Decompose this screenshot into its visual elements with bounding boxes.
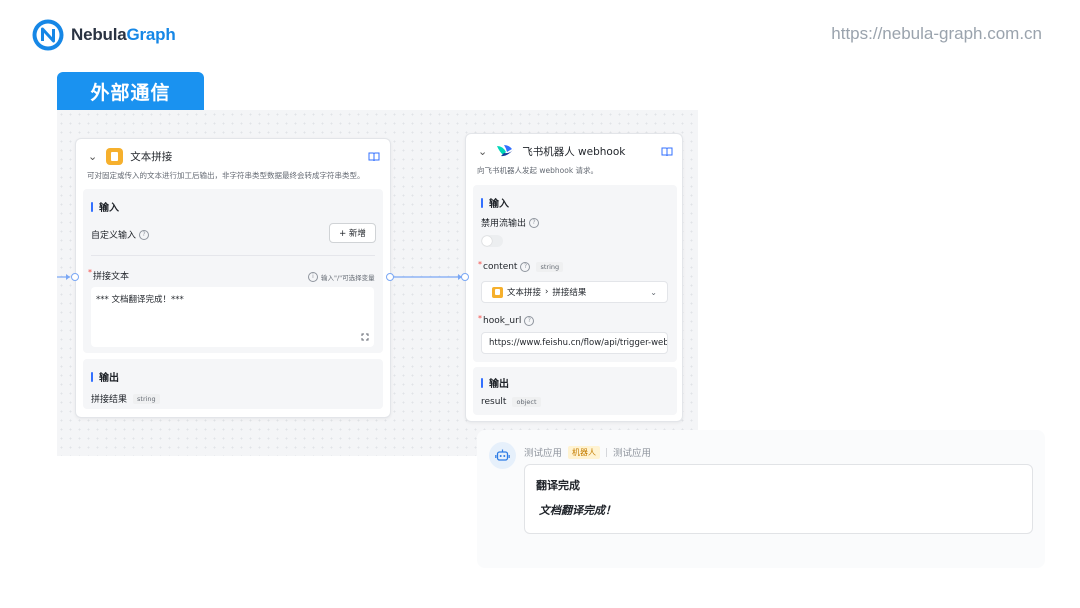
- text-concat-node[interactable]: ⌄ 文本拼接 可对固定或传入的文本进行加工后输出，非字符串类型数据最终会转成字符…: [75, 138, 391, 418]
- custom-input-label: 自定义输入?: [91, 228, 150, 241]
- feishu-bird-icon: [497, 145, 515, 157]
- input-panel: 输入 自定义输入? + 新增 * 拼接文本 i 输入"/"可选择变量 *** 文档翻…: [83, 189, 383, 353]
- source-field-name: 拼接结果: [552, 288, 587, 298]
- node-description: 可对固定或传入的文本进行加工后输出，非字符串类型数据最终会转成字符串类型。: [87, 171, 365, 180]
- help-icon: ?: [524, 316, 535, 326]
- logo-text: NebulaGraph: [71, 25, 176, 44]
- disable-stream-toggle[interactable]: [481, 235, 503, 247]
- chat-sender-meta: 测试应用 机器人 测试应用: [524, 445, 651, 459]
- text-node-output-port[interactable]: [386, 273, 394, 281]
- input-section-title: 输入: [91, 199, 119, 214]
- concat-text-label: * 拼接文本: [88, 268, 130, 282]
- collapse-chevron-icon[interactable]: ⌄: [88, 150, 97, 163]
- bot-avatar: [489, 442, 516, 469]
- expand-icon[interactable]: [361, 333, 369, 341]
- type-tag: string: [536, 262, 564, 272]
- hook-url-label: * hook_url?: [478, 314, 535, 326]
- variable-hint: i 输入"/"可选择变量: [308, 272, 375, 282]
- message-title: 翻译完成: [536, 479, 580, 492]
- help-icon: ?: [520, 262, 531, 272]
- node-title: 飞书机器人 webhook: [522, 145, 626, 158]
- path-separator-icon: ›: [545, 287, 549, 297]
- output-panel: 输出 拼接结果 string: [83, 359, 383, 409]
- feishu-webhook-node[interactable]: ⌄ 飞书机器人 webhook 向飞书机器人发起 webhook 请求。 输入 …: [465, 133, 683, 422]
- input-section-title: 输入: [481, 195, 509, 210]
- help-icon: ?: [139, 229, 150, 240]
- help-icon: ?: [529, 217, 540, 228]
- type-tag: string: [133, 393, 160, 404]
- nebula-logo-icon: [32, 19, 64, 51]
- output-field: 拼接结果 string: [91, 392, 160, 405]
- sender-name: 测试应用: [524, 448, 563, 459]
- text-doc-icon: [492, 286, 503, 298]
- collapse-chevron-icon[interactable]: ⌄: [478, 145, 487, 158]
- section-title: 外部通信: [57, 72, 204, 110]
- channel-name: 测试应用: [613, 448, 652, 459]
- concat-text-input[interactable]: *** 文档翻译完成！***: [91, 287, 374, 347]
- node-description: 向飞书机器人发起 webhook 请求。: [477, 166, 599, 175]
- bot-badge: 机器人: [568, 445, 601, 459]
- content-variable-select[interactable]: 文本拼接 › 拼接结果 ⌄: [481, 281, 668, 303]
- incoming-edge-arrow: [66, 274, 70, 280]
- nebulagraph-logo: NebulaGraph: [31, 17, 176, 53]
- dropdown-chevron-icon[interactable]: ⌄: [650, 288, 657, 297]
- webhook-node-input-port[interactable]: [461, 273, 469, 281]
- site-url[interactable]: https://nebula-graph.com.cn: [831, 24, 1042, 44]
- message-body: 文档翻译完成！: [539, 504, 616, 517]
- source-node-name: 文本拼接: [507, 288, 542, 298]
- text-concat-node-header: ⌄ 文本拼接: [88, 148, 172, 165]
- output-section-title: 输出: [91, 369, 119, 384]
- disable-stream-label: 禁用流输出?: [481, 216, 540, 229]
- node-title: 文本拼接: [130, 151, 173, 163]
- divider: [91, 255, 375, 256]
- book-icon[interactable]: [368, 152, 380, 162]
- hook-url-value: https://www.feishu.cn/flow/api/trigger-w…: [489, 338, 668, 348]
- message-card: 翻译完成 文档翻译完成！: [524, 464, 1033, 534]
- output-field: result object: [481, 397, 541, 407]
- add-input-button[interactable]: + 新增: [329, 223, 376, 243]
- hook-url-input[interactable]: https://www.feishu.cn/flow/api/trigger-w…: [481, 332, 668, 354]
- concat-text-value: *** 文档翻译完成！***: [96, 295, 184, 305]
- type-tag: object: [512, 397, 541, 407]
- content-label: * content? string: [478, 260, 564, 272]
- webhook-node-header: ⌄ 飞书机器人 webhook: [478, 143, 625, 159]
- text-node-input-port[interactable]: [71, 273, 79, 281]
- info-icon: i: [308, 272, 318, 282]
- output-section-title: 输出: [481, 375, 509, 390]
- output-panel: 输出 result object: [473, 367, 677, 415]
- text-doc-icon: [106, 148, 124, 165]
- meta-separator: [606, 447, 608, 457]
- robot-icon: [495, 449, 510, 461]
- input-panel: 输入 禁用流输出? * content? string 文本拼接 › 拼接结果 ⌄ …: [473, 185, 677, 362]
- book-icon[interactable]: [661, 147, 673, 157]
